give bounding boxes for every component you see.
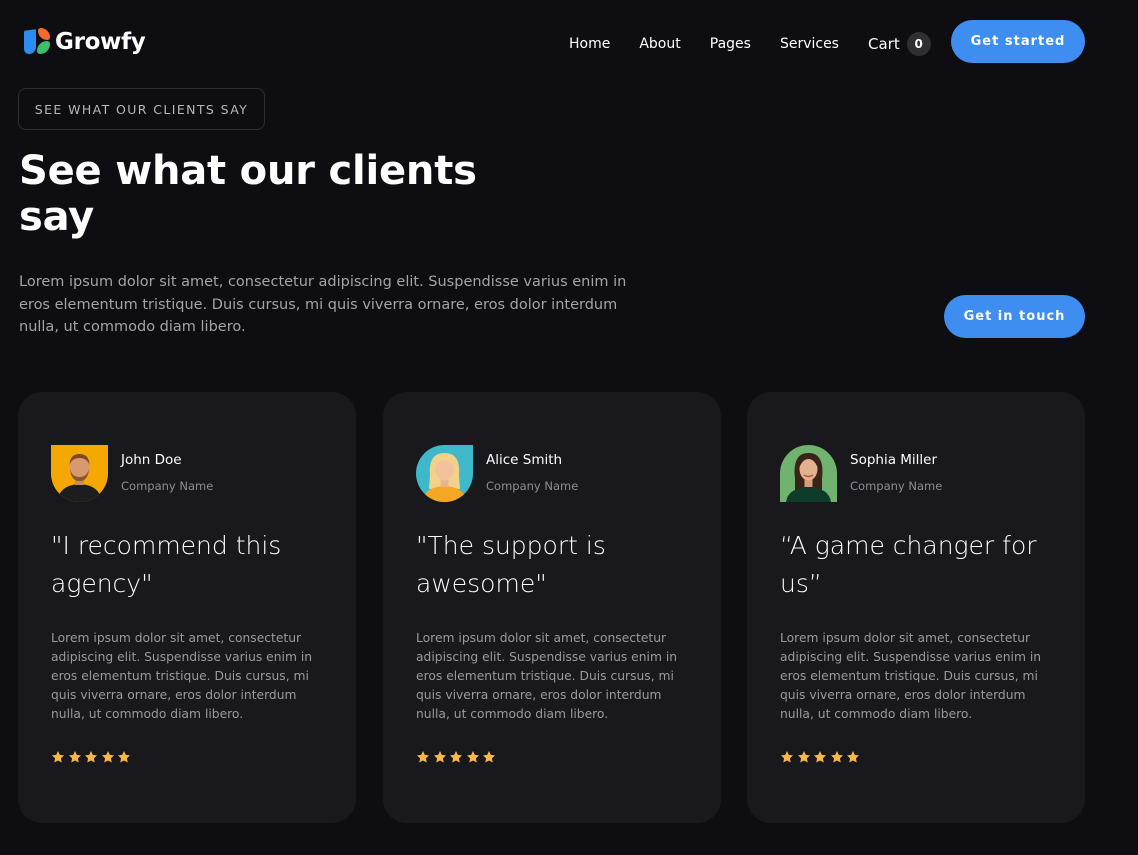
nav-link-services[interactable]: Services bbox=[780, 36, 839, 52]
star-icon bbox=[101, 751, 114, 763]
client-name: John Doe bbox=[121, 452, 182, 468]
star-icon bbox=[68, 751, 81, 763]
star-rating bbox=[780, 750, 863, 764]
client-name: Sophia Miller bbox=[850, 452, 938, 468]
testimonial-body: Lorem ipsum dolor sit amet, consectetur … bbox=[416, 631, 678, 721]
brand-logo[interactable]: Growfy bbox=[24, 28, 146, 56]
star-rating bbox=[416, 750, 499, 764]
section-eyebrow-tag: SEE WHAT OUR CLIENTS SAY bbox=[18, 88, 265, 130]
get-in-touch-button[interactable]: Get in touch bbox=[944, 295, 1085, 338]
testimonial-quote: "The support is awesome" bbox=[416, 531, 606, 598]
section-title: See what our clients say bbox=[19, 148, 477, 240]
avatar-woman-portrait-icon bbox=[416, 445, 473, 502]
star-icon bbox=[466, 751, 479, 763]
testimonial-quote: “A game changer for us” bbox=[780, 531, 1037, 598]
star-icon bbox=[117, 751, 131, 763]
cart-count-badge: 0 bbox=[906, 32, 931, 56]
cart-label: Cart bbox=[867, 35, 900, 53]
star-icon bbox=[797, 751, 810, 763]
star-icon bbox=[416, 751, 430, 763]
star-icon bbox=[433, 751, 446, 763]
cart-button[interactable]: Cart 0 bbox=[868, 32, 931, 56]
nav-links: Home About Pages Services Cart 0 bbox=[569, 32, 931, 56]
star-icon bbox=[84, 751, 98, 763]
star-icon bbox=[830, 751, 843, 763]
nav-link-pages[interactable]: Pages bbox=[710, 36, 751, 52]
avatar-woman-portrait-icon bbox=[780, 445, 837, 502]
testimonial-card: John Doe Company Name "I recommend this … bbox=[18, 392, 356, 823]
client-company: Company Name bbox=[850, 479, 943, 493]
testimonial-body: Lorem ipsum dolor sit amet, consectetur … bbox=[51, 631, 313, 721]
client-company: Company Name bbox=[486, 479, 579, 493]
testimonial-quote: "I recommend this agency" bbox=[51, 531, 282, 598]
star-icon bbox=[51, 751, 65, 763]
star-icon bbox=[846, 751, 860, 763]
testimonial-card: Sophia Miller Company Name “A game chang… bbox=[747, 392, 1085, 823]
star-rating bbox=[51, 750, 134, 764]
nav-link-about[interactable]: About bbox=[639, 36, 680, 52]
growfy-logo-icon bbox=[24, 28, 52, 56]
star-icon bbox=[449, 751, 463, 763]
star-icon bbox=[482, 751, 496, 763]
client-company: Company Name bbox=[121, 479, 214, 493]
avatar-man-portrait-icon bbox=[51, 445, 108, 502]
nav-link-home[interactable]: Home bbox=[569, 36, 610, 52]
section-description: Lorem ipsum dolor sit amet, consectetur … bbox=[19, 274, 627, 335]
testimonial-body: Lorem ipsum dolor sit amet, consectetur … bbox=[780, 631, 1042, 721]
testimonial-card: Alice Smith Company Name "The support is… bbox=[383, 392, 721, 823]
star-icon bbox=[780, 751, 794, 763]
client-name: Alice Smith bbox=[486, 452, 563, 468]
star-icon bbox=[813, 751, 827, 763]
top-navbar: Growfy Home About Pages Services Cart 0 … bbox=[0, 0, 1138, 84]
brand-name: Growfy bbox=[55, 29, 146, 55]
get-started-button[interactable]: Get started bbox=[951, 20, 1085, 63]
